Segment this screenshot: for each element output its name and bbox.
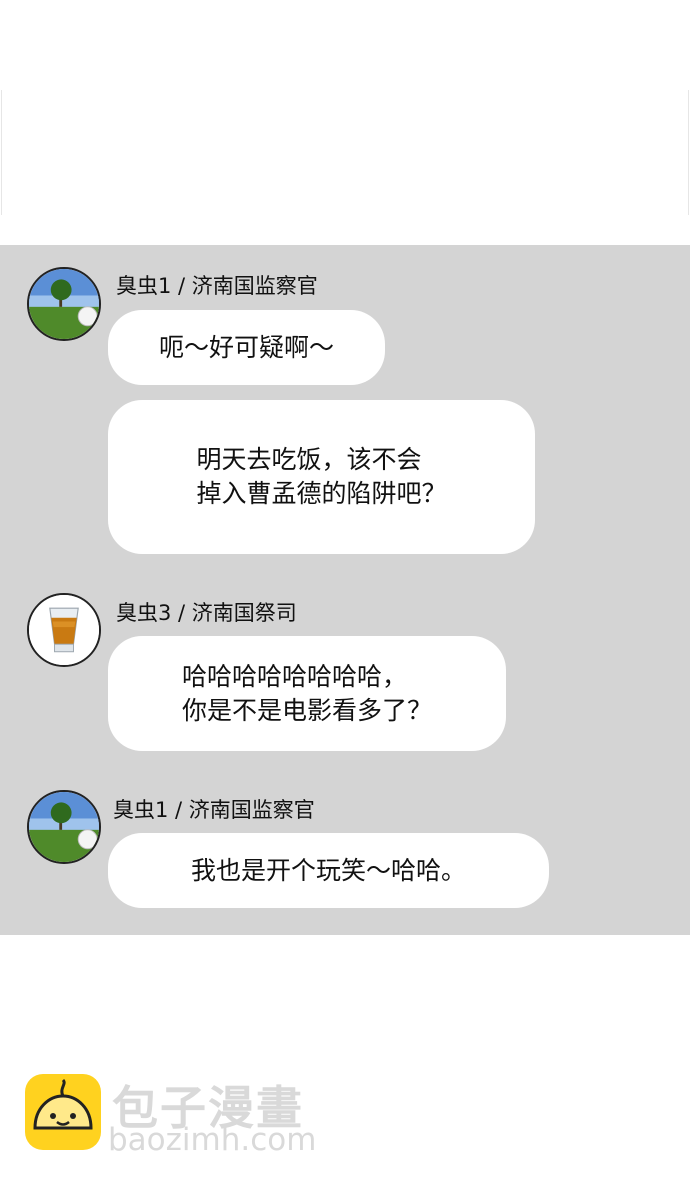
golf-ball-avatar — [27, 790, 101, 864]
chat-bubble: 我也是开个玩笑～哈哈。 — [108, 833, 549, 908]
bun-logo-icon — [25, 1074, 101, 1150]
bubble-text: 我也是开个玩笑～哈哈。 — [190, 855, 466, 885]
bubble-line: 掉入曹孟德的陷阱吧？ — [196, 479, 447, 508]
sender-name: 臭虫1 / 济南国监察官 — [116, 274, 318, 298]
sender-name: 臭虫1 / 济南国监察官 — [113, 798, 315, 822]
chat-bubble: 明天去吃饭，该不会 掉入曹孟德的陷阱吧？ — [108, 400, 535, 554]
bubble-text: 明天去吃饭，该不会 掉入曹孟德的陷阱吧？ — [196, 443, 446, 511]
sender-name: 臭虫3 / 济南国祭司 — [116, 601, 297, 625]
bubble-line: 你是不是电影看多了？ — [181, 695, 432, 725]
right-edge-line — [688, 90, 689, 215]
chat-bubble: 哈哈哈哈哈哈哈哈， 你是不是电影看多了？ — [108, 636, 506, 751]
bubble-text: 呃～好可疑啊～ — [158, 332, 334, 362]
golf-ball-avatar — [27, 267, 101, 341]
chat-bubble: 呃～好可疑啊～ — [108, 310, 385, 385]
bubble-line: 明天去吃饭，该不会 — [196, 445, 422, 474]
bubble-text: 哈哈哈哈哈哈哈哈， 你是不是电影看多了？ — [182, 660, 432, 728]
bubble-line: 哈哈哈哈哈哈哈哈， — [181, 661, 407, 691]
watermark-url: baozimh.com — [108, 1122, 317, 1158]
left-edge-line — [1, 90, 2, 215]
liquor-glass-avatar — [27, 593, 101, 667]
